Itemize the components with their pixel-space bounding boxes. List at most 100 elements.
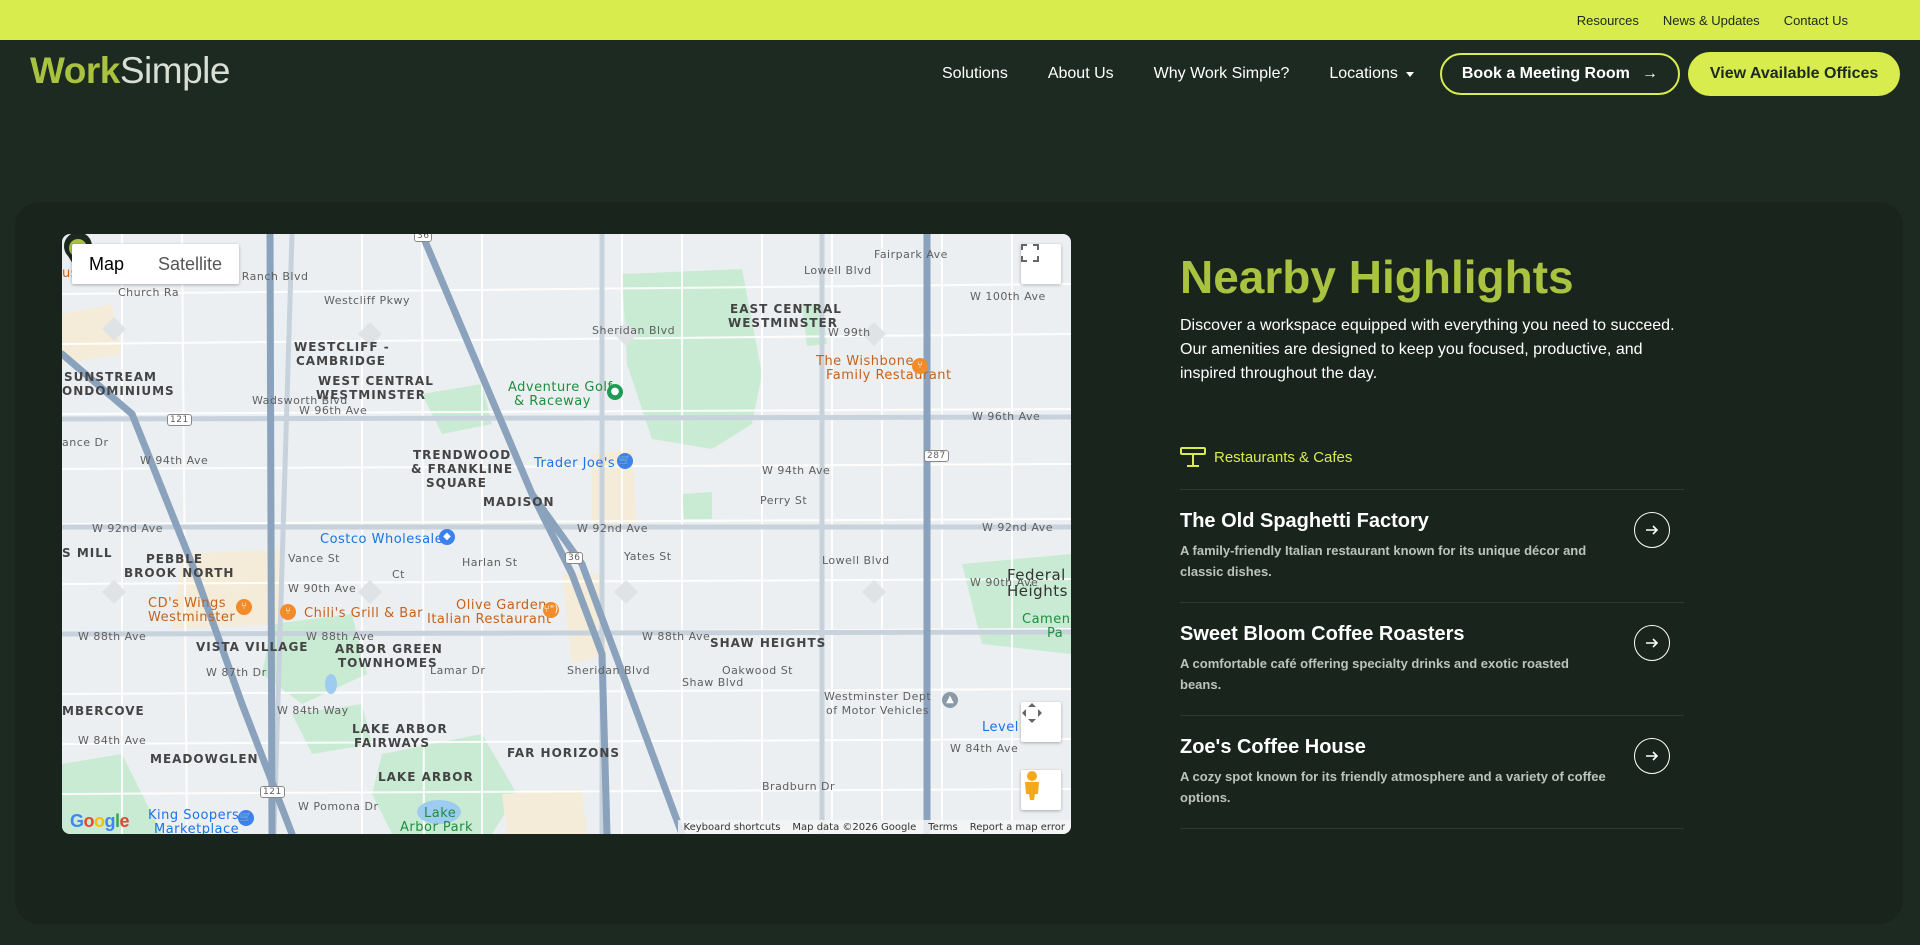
map-street-84th-way: W 84th Way <box>277 704 349 717</box>
shopping-bag-icon[interactable]: ◆ <box>439 529 455 545</box>
highlight-name: Zoe's Coffee House <box>1180 736 1366 758</box>
map-poi-adventure-golf[interactable]: Adventure Golf <box>508 380 613 395</box>
map-street-90th: W 90th Ave <box>288 582 357 595</box>
restaurant-icon[interactable]: ⑂ <box>912 358 928 374</box>
map-label-lake-arbor: LAKE ARBOR <box>378 770 474 784</box>
resources-link[interactable]: Resources <box>1577 13 1639 28</box>
arrow-right-icon: → <box>1641 65 1658 82</box>
map-label-lake-arbor-fairways: LAKE ARBOR <box>352 722 448 736</box>
map-street-sheridan-b: Sheridan Blvd <box>567 664 651 677</box>
table-icon <box>1180 447 1206 467</box>
map-street-bradburn: Bradburn Dr <box>762 780 836 793</box>
list-item[interactable]: Zoe's Coffee House A cozy spot known for… <box>1180 716 1684 829</box>
arrow-right-icon[interactable] <box>1634 625 1670 661</box>
map-poi-olive-garden[interactable]: Olive Garden <box>456 598 547 613</box>
restaurant-icon[interactable]: ⑂") <box>543 602 559 618</box>
arrow-right-icon[interactable] <box>1634 738 1670 774</box>
highlight-name: Sweet Bloom Coffee Roasters <box>1180 623 1465 645</box>
map-street-perry: Perry St <box>760 494 808 507</box>
map-street-88th-b: W 88th Ave <box>306 630 375 643</box>
map-street-lowell-b: Lowell Blvd <box>822 554 890 567</box>
map-label-east-central-2: WESTMINSTER <box>728 316 838 330</box>
map-street-yates: Yates St <box>624 550 672 563</box>
map-street-94th: W 94th Ave <box>140 454 209 467</box>
shopping-cart-icon[interactable]: 🛒 <box>617 453 633 469</box>
map-label-west-central: WEST CENTRAL <box>318 374 434 388</box>
map-street-92nd: W 92nd Ave <box>577 522 648 535</box>
map-poi-wishbone-2[interactable]: Family Restaurant <box>826 368 952 383</box>
map-poi-adventure-golf-2[interactable]: & Raceway <box>514 394 591 409</box>
map-street-fairpark: Fairpark Ave <box>874 248 948 261</box>
map-label-vista: VISTA VILLAGE <box>196 640 309 654</box>
map-poi-chilis[interactable]: Chili's Grill & Bar <box>304 606 423 621</box>
map-street-88th: W 88th Ave <box>78 630 147 643</box>
camera-control-icon[interactable] <box>1021 702 1061 742</box>
map-data-text: Map data ©2026 Google <box>792 821 917 833</box>
highlight-description: A comfortable café offering specialty dr… <box>1180 656 1569 692</box>
map-poi-camenia[interactable]: Cameni <box>1022 612 1071 627</box>
map-poi-lake-arbor-park[interactable]: Lake <box>424 806 456 821</box>
list-item[interactable]: Sweet Bloom Coffee Roasters A comfortabl… <box>1180 603 1684 716</box>
fullscreen-glyph <box>1021 244 1039 262</box>
map-poi-costco[interactable]: Costco Wholesale <box>320 532 443 547</box>
map-street-wadsworth: Wadsworth Blvd <box>252 394 348 407</box>
highlights-title: Nearby Highlights <box>1180 251 1574 303</box>
report-map-error-link[interactable]: Report a map error <box>970 822 1065 833</box>
book-meeting-room-button[interactable]: Book a Meeting Room → <box>1439 53 1680 95</box>
map-poi-cds-wings[interactable]: CD's Wings <box>148 596 226 611</box>
site-header: WorkSimple Solutions About Us Why Work S… <box>0 40 1920 106</box>
map-poi-king-soopers[interactable]: King Soopers <box>148 808 239 823</box>
map-street-shaw-blvd: Shaw Blvd <box>682 676 744 689</box>
nav-about-us[interactable]: About Us <box>1048 65 1114 83</box>
map-type-satellite-button[interactable]: Satellite <box>141 244 239 284</box>
map-poi-dmv[interactable]: Westminster Dept <box>824 690 931 703</box>
shopping-cart-icon[interactable]: 🛒 <box>238 810 254 826</box>
contact-us-link[interactable]: Contact Us <box>1784 13 1848 28</box>
nav-solutions[interactable]: Solutions <box>942 65 1008 83</box>
nav-locations[interactable]: Locations <box>1329 65 1414 83</box>
view-available-offices-button[interactable]: View Available Offices <box>1687 52 1901 96</box>
map-poi-trader-joes[interactable]: Trader Joe's <box>534 456 615 471</box>
arrow-right-icon[interactable] <box>1634 512 1670 548</box>
route-121-shield: 121 <box>167 414 192 426</box>
highlight-description: A cozy spot known for its friendly atmos… <box>1180 769 1606 805</box>
category-label: Restaurants & Cafes <box>1214 448 1353 466</box>
map-attribution: Keyboard shortcuts Map data ©2026 Google… <box>677 820 1071 834</box>
map-street-84th-c: W 84th Ave <box>950 742 1019 755</box>
news-updates-link[interactable]: News & Updates <box>1663 13 1760 28</box>
map-street-88th-c: W 88th Ave <box>642 630 711 643</box>
main-nav: Solutions About Us Why Work Simple? Loca… <box>942 52 1901 96</box>
map-poi-dmv-2[interactable]: of Motor Vehicles <box>826 704 929 717</box>
highlight-name: The Old Spaghetti Factory <box>1180 510 1429 532</box>
keyboard-shortcuts-link[interactable]: Keyboard shortcuts <box>684 822 781 833</box>
government-building-icon[interactable]: ▲ <box>942 692 958 708</box>
map-label-madison: MADISON <box>483 495 555 509</box>
route-121-shield-b: 121 <box>260 786 285 798</box>
restaurant-icon[interactable]: ⑂ <box>280 604 296 620</box>
map-poi-king-soopers-2[interactable]: Marketplace <box>154 822 239 834</box>
map-poi-camenia-2[interactable]: Pa <box>1047 626 1063 641</box>
map-type-map-button[interactable]: Map <box>72 244 141 284</box>
google-map[interactable]: EAST CENTRAL WESTMINSTER WESTCLIFF - CAM… <box>62 234 1071 834</box>
map-label-pebble: PEBBLE <box>146 552 204 566</box>
arrow-glyph <box>1646 525 1659 535</box>
map-street-87th: W 87th Dr <box>206 666 267 679</box>
map-street-94th-b: W 94th Ave <box>762 464 831 477</box>
google-logo[interactable]: Google <box>70 811 130 832</box>
nav-why-work-simple[interactable]: Why Work Simple? <box>1154 65 1290 83</box>
list-item[interactable]: The Old Spaghetti Factory A family-frien… <box>1180 490 1684 603</box>
map-label-pebble-2: BROOK NORTH <box>124 566 235 580</box>
utility-bar: Resources News & Updates Contact Us <box>0 0 1920 40</box>
pegman-icon[interactable] <box>1021 770 1061 810</box>
restaurant-icon[interactable]: ⑂ <box>236 599 252 615</box>
map-poi-cds-wings-2[interactable]: Westminster <box>148 610 235 625</box>
fullscreen-icon[interactable] <box>1021 244 1061 284</box>
map-poi-olive-garden-2[interactable]: Italian Restaurant <box>427 612 552 627</box>
terms-link[interactable]: Terms <box>928 822 957 833</box>
map-poi-wishbone[interactable]: The Wishbone <box>816 354 914 369</box>
map-poi-lake-arbor-park-2[interactable]: Arbor Park <box>400 820 473 834</box>
worksimple-logo[interactable]: WorkSimple <box>30 50 230 92</box>
map-label-far-horizons: FAR HORIZONS <box>507 746 621 760</box>
golf-icon[interactable]: ● <box>607 384 623 400</box>
category-restaurants-cafes[interactable]: Restaurants & Cafes <box>1180 446 1352 468</box>
